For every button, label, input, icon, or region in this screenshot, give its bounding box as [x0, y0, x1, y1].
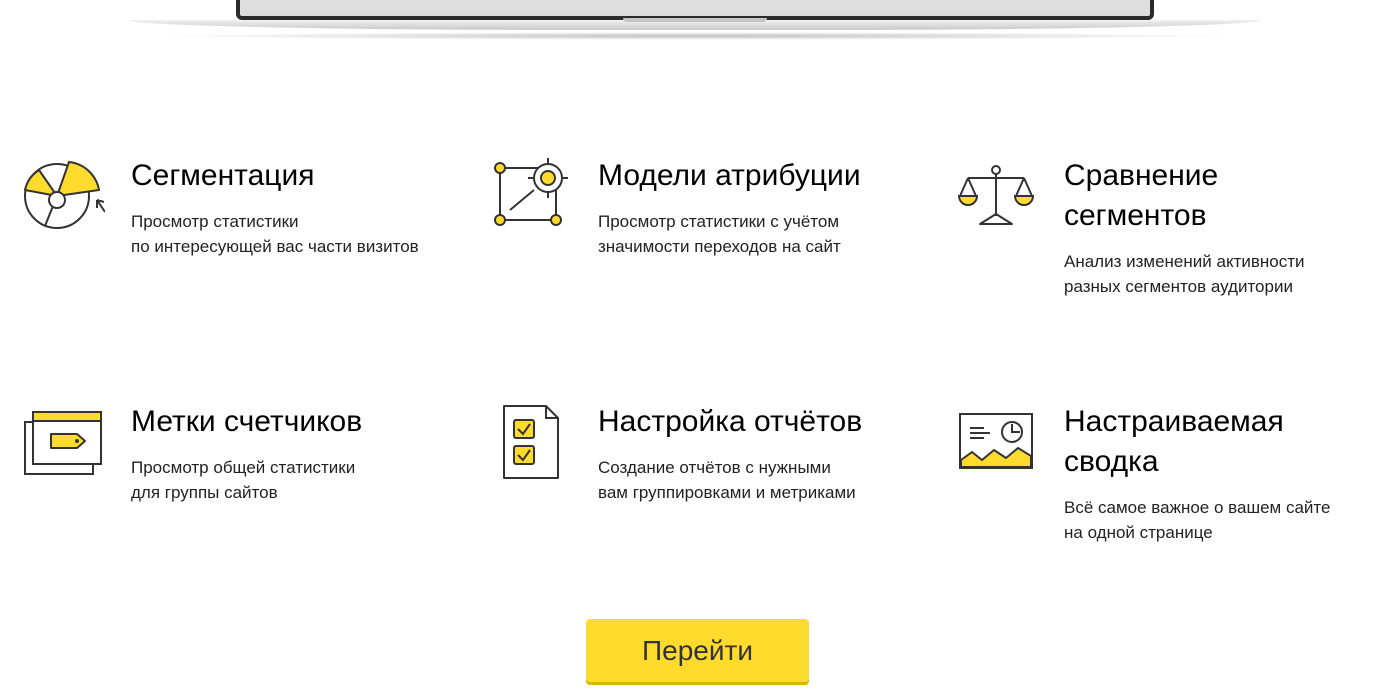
feature-description-line: Всё самое важное о вашем сайте: [1064, 498, 1331, 517]
laptop-screen-bottom: [236, 0, 1154, 20]
feature-title: Настройка отчётов: [598, 402, 863, 442]
attribution-target-icon: [494, 158, 568, 226]
scales-icon: [957, 165, 1035, 225]
feature-description-line: на одной странице: [1064, 523, 1213, 542]
feature-title-line: сводка: [1064, 445, 1159, 478]
feature-title: Настраиваемая сводка: [1064, 402, 1324, 482]
feature-description: Просмотр статистики по интересующей вас …: [131, 209, 461, 259]
feature-description: Просмотр общей статистики для группы сай…: [131, 455, 461, 505]
feature-title: Метки счетчиков: [131, 402, 391, 442]
feature-description: Просмотр статистики с учётом значимости …: [598, 209, 928, 259]
dashboard-summary-icon: [959, 413, 1033, 469]
feature-title: Сегментация: [131, 156, 391, 196]
laptop-notch: [623, 18, 767, 22]
feature-description-line: Создание отчётов с нужными: [598, 458, 831, 477]
report-checklist-icon: [503, 405, 559, 479]
feature-description-line: значимости переходов на сайт: [598, 237, 841, 256]
feature-description: Создание отчётов с нужными вам группиров…: [598, 455, 928, 505]
segmentation-pie-icon: [24, 161, 105, 229]
go-button[interactable]: Перейти: [586, 619, 809, 682]
feature-title: Модели атрибуции: [598, 156, 861, 196]
feature-title-line: Настраиваемая: [1064, 405, 1284, 438]
feature-description-line: Анализ изменений активности: [1064, 252, 1305, 271]
feature-description-line: Просмотр статистики: [131, 212, 299, 231]
feature-description: Анализ изменений активности разных сегме…: [1064, 249, 1373, 299]
feature-title-line: сегментов: [1064, 199, 1207, 232]
feature-title-line: Модели атрибуции: [598, 159, 861, 192]
feature-description-line: разных сегментов аудитории: [1064, 277, 1293, 296]
feature-description: Всё самое важное о вашем сайте на одной …: [1064, 495, 1373, 545]
laptop-illustration: [128, 0, 1262, 40]
counter-tag-icon: [24, 411, 102, 475]
laptop-shadow: [148, 32, 1242, 40]
feature-description-line: Просмотр статистики с учётом: [598, 212, 840, 231]
feature-title-line: Сегментация: [131, 159, 315, 192]
page: Сегментация Просмотр статистики по интер…: [0, 0, 1373, 697]
feature-title-line: Сравнение: [1064, 159, 1219, 192]
feature-description-line: по интересующей вас части визитов: [131, 237, 419, 256]
feature-title-line: Настройка отчётов: [598, 405, 863, 438]
feature-description-line: для группы сайтов: [131, 483, 278, 502]
feature-description-line: Просмотр общей статистики: [131, 458, 356, 477]
feature-title: Сравнение сегментов: [1064, 156, 1324, 236]
feature-description-line: вам группировками и метриками: [598, 483, 856, 502]
feature-title-line: Метки счетчиков: [131, 405, 363, 438]
